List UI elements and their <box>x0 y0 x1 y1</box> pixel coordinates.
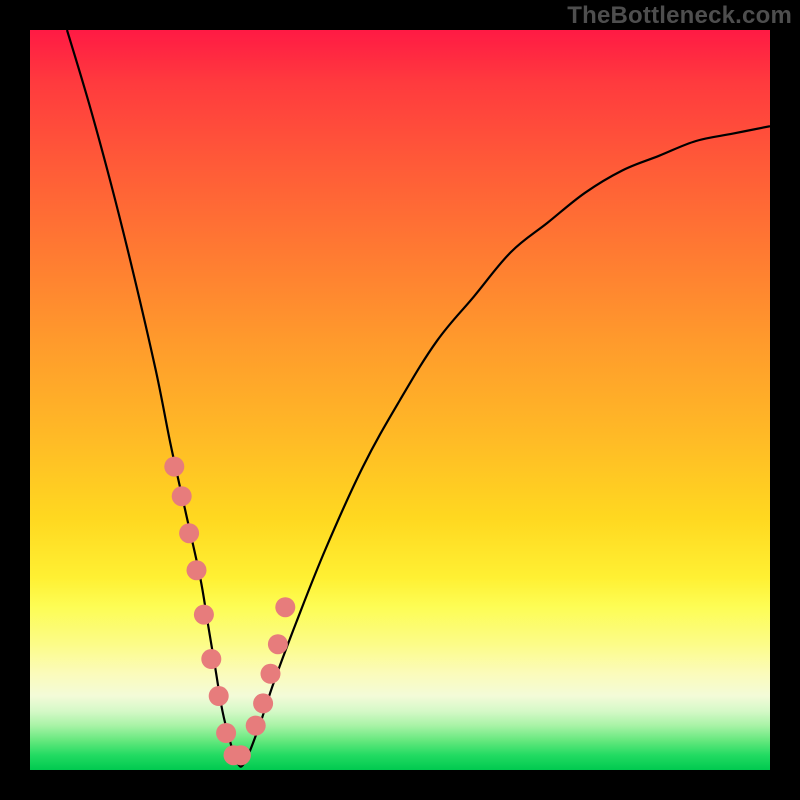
highlight-point <box>194 605 214 625</box>
bottleneck-curve-path <box>67 30 770 767</box>
highlight-point <box>172 486 192 506</box>
chart-frame: TheBottleneck.com <box>0 0 800 800</box>
highlight-point <box>201 649 221 669</box>
highlight-point <box>179 523 199 543</box>
highlight-point <box>164 457 184 477</box>
highlight-point <box>231 745 251 765</box>
highlight-points-group <box>164 457 295 766</box>
highlight-point <box>261 664 281 684</box>
bottleneck-curve-svg <box>30 30 770 770</box>
plot-area <box>30 30 770 770</box>
highlight-point <box>253 693 273 713</box>
highlight-point <box>268 634 288 654</box>
highlight-point <box>209 686 229 706</box>
highlight-point <box>187 560 207 580</box>
highlight-point <box>216 723 236 743</box>
highlight-point <box>275 597 295 617</box>
watermark-text: TheBottleneck.com <box>567 2 792 30</box>
highlight-point <box>246 716 266 736</box>
